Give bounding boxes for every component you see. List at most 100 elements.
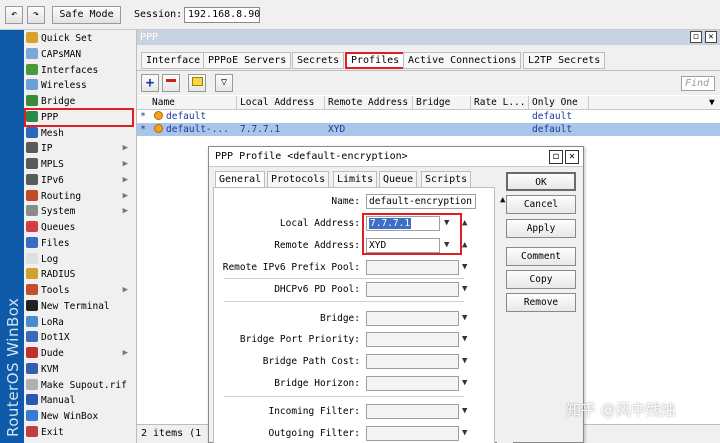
ok-button[interactable]: OK [506, 172, 576, 191]
sidebar-item-new-winbox[interactable]: New WinBox [26, 409, 136, 424]
redo-button[interactable]: ↷ [27, 6, 45, 24]
table-row[interactable]: * default-... 7.7.7.1 XYD default [137, 123, 720, 136]
remote-ipv6-pool-field[interactable] [366, 260, 459, 275]
session-field[interactable]: 192.168.8.90 [184, 7, 260, 23]
close-button[interactable]: ✕ [705, 31, 717, 43]
undo-button[interactable]: ↶ [5, 6, 23, 24]
col-remote-address[interactable]: Remote Address [325, 96, 413, 110]
name-field[interactable]: default-encryption [366, 194, 476, 209]
table-row[interactable]: * default default [137, 110, 720, 123]
dhcpv6-pd-pool-field[interactable] [366, 282, 459, 297]
radius-icon [26, 268, 38, 279]
sidebar-item-tools[interactable]: Tools ▶ [26, 283, 136, 298]
tab-protocols[interactable]: Protocols [267, 171, 330, 188]
separator [224, 396, 464, 397]
sidebar-item-ipv6[interactable]: IPv6 ▶ [26, 173, 136, 188]
incoming-filter-dropdown-icon[interactable]: ▼ [462, 406, 467, 416]
tab-pppoe-servers[interactable]: PPPoE Servers [203, 52, 292, 69]
cell-local-address: 7.7.7.1 [240, 124, 281, 135]
sidebar-item-label: RADIUS [41, 269, 76, 280]
sidebar-item-lora[interactable]: LoRa [26, 315, 136, 330]
sidebar-item-dot1x[interactable]: Dot1X [26, 330, 136, 345]
sidebar-item-log[interactable]: Log [26, 252, 136, 267]
ipv6-pool-dropdown-icon[interactable]: ▼ [462, 262, 467, 272]
safe-mode-button[interactable]: Safe Mode [52, 6, 121, 24]
sidebar-item-dude[interactable]: Dude ▶ [26, 346, 136, 361]
sidebar-item-system[interactable]: System ▶ [26, 204, 136, 219]
sidebar-item-new-terminal[interactable]: New Terminal [26, 299, 136, 314]
tab-interface[interactable]: Interface [141, 52, 206, 69]
ppp-tabs: Interface PPPoE Servers Secrets Profiles… [137, 45, 720, 71]
cancel-button[interactable]: Cancel [506, 195, 576, 214]
col-name[interactable]: Name [149, 96, 237, 110]
scroll-up-icon[interactable]: ▲ [500, 195, 505, 205]
bridge-path-cost-dropdown-icon[interactable]: ▼ [462, 356, 467, 366]
tab-queue[interactable]: Queue [379, 171, 418, 188]
filter-button[interactable]: ▽ [215, 74, 233, 92]
remote-address-up-icon[interactable]: ▲ [462, 240, 467, 250]
remove-button[interactable] [162, 74, 180, 92]
tab-secrets[interactable]: Secrets [292, 52, 345, 69]
sidebar-item-queues[interactable]: Queues [26, 220, 136, 235]
kvm-icon [26, 363, 38, 374]
restore-button[interactable]: ◻ [690, 31, 702, 43]
brand-text: RouterOS WinBox [4, 297, 22, 437]
sidebar-item-label: Make Supout.rif [41, 380, 127, 391]
copy-button[interactable]: Copy [506, 270, 576, 289]
sidebar-item-label: IP [41, 143, 53, 154]
mesh-icon [26, 127, 38, 138]
bridge-path-cost-field[interactable] [366, 354, 459, 369]
remove-button[interactable]: Remove [506, 293, 576, 312]
incoming-filter-field[interactable] [366, 404, 459, 419]
col-bridge[interactable]: Bridge [413, 96, 471, 110]
apply-button[interactable]: Apply [506, 219, 576, 238]
tab-active-connections[interactable]: Active Connections [403, 52, 522, 69]
sidebar-item-files[interactable]: Files [26, 236, 136, 251]
sidebar-item-bridge[interactable]: Bridge [26, 94, 136, 109]
sidebar-item-interfaces[interactable]: Interfaces [26, 63, 136, 78]
dialog-title-bar: PPP Profile <default-encryption> ◻ ✕ [209, 147, 583, 167]
tab-profiles[interactable]: Profiles [345, 52, 406, 69]
bridge-horizon-dropdown-icon[interactable]: ▼ [462, 378, 467, 388]
dialog-close-button[interactable]: ✕ [565, 150, 579, 164]
outgoing-filter-dropdown-icon[interactable]: ▼ [462, 428, 467, 438]
tab-l2tp-secrets[interactable]: L2TP Secrets [523, 52, 606, 69]
tab-limits[interactable]: Limits [333, 171, 378, 188]
sidebar-item-mpls[interactable]: MPLS ▶ [26, 157, 136, 172]
bridge-dropdown-icon[interactable]: ▼ [462, 313, 467, 323]
col-rate-limit[interactable]: Rate L... [471, 96, 529, 110]
col-only-one[interactable]: Only One [529, 96, 589, 110]
sidebar-item-label: New WinBox [41, 411, 99, 422]
bridge-label: Bridge: [319, 313, 360, 324]
dialog-restore-button[interactable]: ◻ [549, 150, 563, 164]
comment-button[interactable]: Comment [506, 247, 576, 266]
submenu-arrow-icon: ▶ [122, 206, 128, 216]
bridge-field[interactable] [366, 311, 459, 326]
outgoing-filter-field[interactable] [366, 426, 459, 441]
sidebar-item-quick-set[interactable]: Quick Set [26, 31, 136, 46]
bridge-port-priority-field[interactable] [366, 332, 459, 347]
sidebar-item-radius[interactable]: RADIUS [26, 267, 136, 282]
sidebar-item-ip[interactable]: IP ▶ [26, 141, 136, 156]
tab-general[interactable]: General [215, 171, 266, 188]
sidebar-item-routing[interactable]: Routing ▶ [26, 189, 136, 204]
sidebar-item-wireless[interactable]: Wireless [26, 78, 136, 93]
col-dropdown[interactable]: ▼ [707, 96, 720, 110]
bridge-horizon-field[interactable] [366, 376, 459, 391]
comment-button[interactable] [188, 74, 206, 92]
sidebar-item-mesh[interactable]: Mesh [26, 126, 136, 141]
col-local-address[interactable]: Local Address [237, 96, 325, 110]
tab-scripts[interactable]: Scripts [421, 171, 472, 188]
add-button[interactable]: + [141, 74, 159, 92]
bridge-port-priority-dropdown-icon[interactable]: ▼ [462, 334, 467, 344]
find-input[interactable]: Find [681, 76, 715, 91]
sidebar-item-manual[interactable]: Manual [26, 393, 136, 408]
bridge-port-priority-label: Bridge Port Priority: [239, 334, 360, 345]
dhcpv6-dropdown-icon[interactable]: ▼ [462, 284, 467, 294]
sidebar-item-label: LoRa [41, 317, 64, 328]
sidebar-item-make-supout-rif[interactable]: Make Supout.rif [26, 378, 136, 393]
sidebar-item-kvm[interactable]: KVM [26, 362, 136, 377]
sidebar-item-exit[interactable]: Exit [26, 425, 136, 440]
local-address-up-icon[interactable]: ▲ [462, 218, 467, 228]
sidebar-item-capsman[interactable]: CAPsMAN [26, 47, 136, 62]
